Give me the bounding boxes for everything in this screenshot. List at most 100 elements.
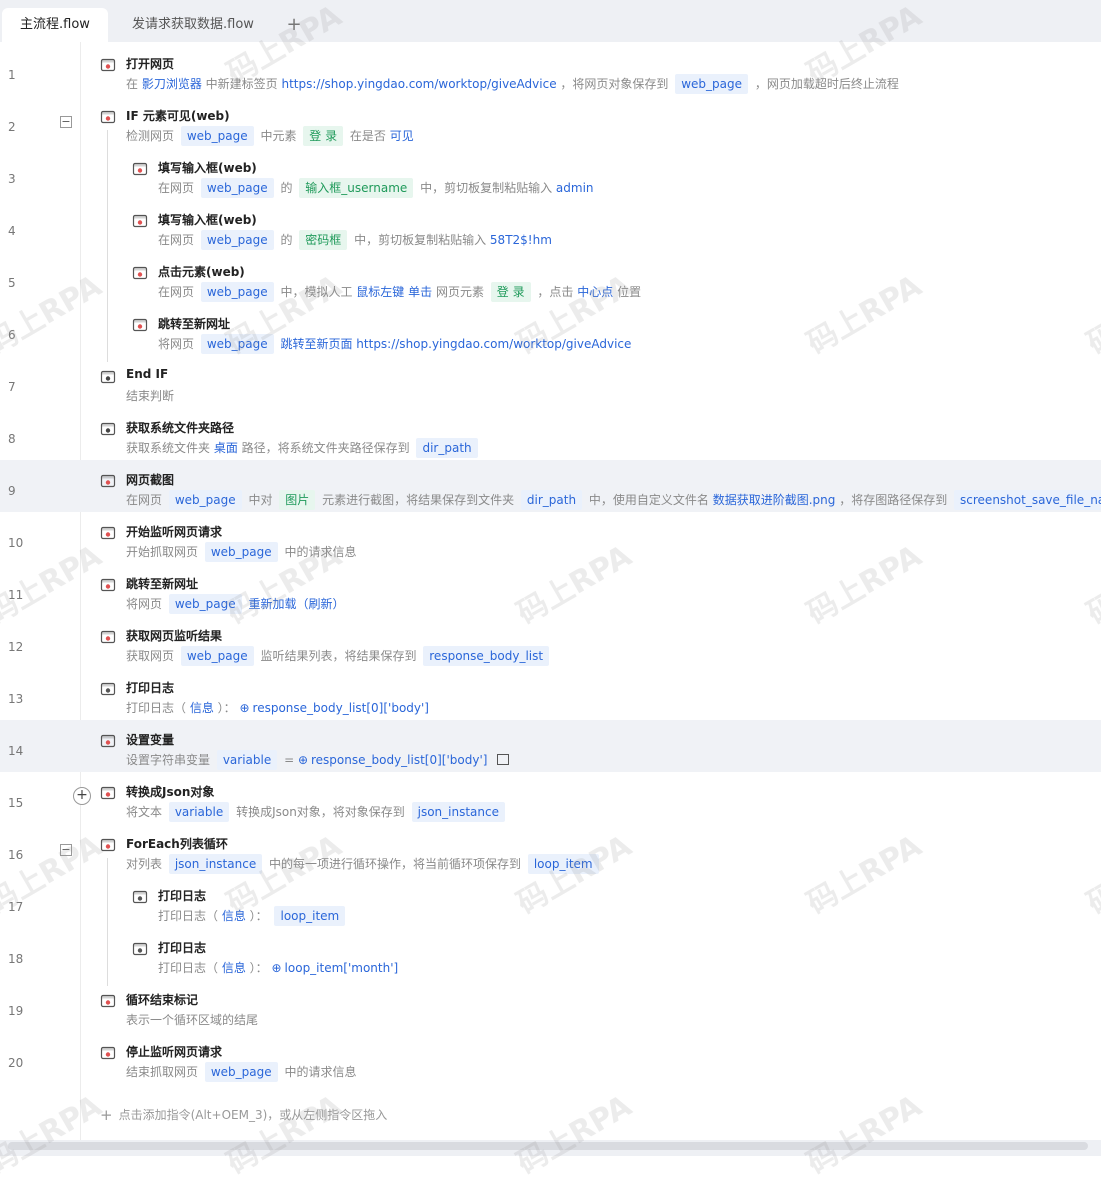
variable-chip[interactable]: web_page	[200, 230, 274, 250]
end-if-icon	[100, 369, 116, 385]
expression-value[interactable]: response_body_list[0]['body']	[239, 701, 429, 715]
param-value[interactable]: 鼠标左键	[356, 285, 404, 299]
flow-step-row[interactable]: 14 设置变量设置字符串变量 variable = response_body_l…	[0, 720, 1101, 772]
flow-step-row[interactable]: 19 循环结束标记 表示一个循环区域的结尾	[0, 980, 1101, 1032]
browser-open-icon	[100, 57, 116, 73]
variable-chip[interactable]: json_instance	[168, 854, 263, 874]
scrollbar-thumb[interactable]	[8, 1142, 1088, 1150]
desc-text: 位置	[613, 285, 642, 299]
flow-step-row[interactable]: 9 网页截图 在网页 web_page 中对 图片 元素进行截图，将结果保存到文件夹…	[0, 460, 1101, 512]
param-value[interactable]: https://shop.yingdao.com/worktop/giveAdv…	[356, 337, 631, 351]
param-value[interactable]: 重新加载（刷新）	[248, 597, 344, 611]
desc-text: 打印日志（	[126, 701, 190, 715]
param-value[interactable]: https://shop.yingdao.com/worktop/giveAdv…	[281, 77, 556, 91]
flow-step-row[interactable]: 20 停止监听网页请求 结束抓取网页 web_page 中的请求信息	[0, 1032, 1101, 1084]
step-title: ForEach列表循环	[126, 837, 228, 851]
desc-text: 将文本	[126, 805, 166, 819]
collapse-toggle[interactable]: −	[60, 116, 72, 128]
variable-chip[interactable]: dir_path	[520, 490, 583, 510]
flow-step-row[interactable]: 7 End IF 结束判断	[0, 356, 1101, 408]
variable-chip[interactable]: loop_item	[274, 906, 346, 926]
line-number: 2	[8, 120, 16, 134]
variable-chip[interactable]: web_page	[204, 542, 278, 562]
flow-step-row[interactable]: 15 + 转换成Json对象 将文本 variable 转换成Json对象，将对象保存…	[0, 772, 1101, 824]
flow-step-row[interactable]: 3 填写输入框(web) 在网页 web_page 的 输入框_username 中…	[0, 148, 1101, 200]
flow-step-row[interactable]: 4 填写输入框(web) 在网页 web_page 的 密码框 中，剪切板复制粘贴输…	[0, 200, 1101, 252]
variable-chip[interactable]: web_page	[200, 282, 274, 302]
param-value[interactable]: 信息	[190, 701, 214, 715]
line-number: 14	[8, 744, 24, 758]
variable-chip[interactable]: web_page	[168, 490, 242, 510]
flow-step-row[interactable]: 8 获取系统文件夹路径 获取系统文件夹 桌面 路径，将系统文件夹路径保存到 dir_…	[0, 408, 1101, 460]
line-number: 10	[8, 536, 24, 550]
desc-text: 表示一个循环区域的结尾	[126, 1013, 259, 1027]
element-chip[interactable]: 图片	[279, 490, 316, 510]
flow-step-row[interactable]: 13 打印日志打印日志（ 信息 ）： response_body_list[0][…	[0, 668, 1101, 720]
variable-chip[interactable]: web_page	[204, 1062, 278, 1082]
element-chip[interactable]: 密码框	[299, 230, 348, 250]
add-command-hint[interactable]: + 点击添加指令(Alt+OEM_3)，或从左侧指令区拖入	[100, 1106, 387, 1124]
variable-chip[interactable]: loop_item	[527, 854, 599, 874]
expression-value[interactable]: loop_item['month']	[271, 961, 398, 975]
param-value[interactable]: 58T2$!hm	[490, 233, 552, 247]
step-description: 开始抓取网页 web_page 中的请求信息	[126, 542, 356, 562]
variable-chip[interactable]: web_page	[200, 334, 274, 354]
flow-step-row[interactable]: 2 − IF 元素可见(web) 检测网页 web_page 中元素 登 录 在是否 …	[0, 96, 1101, 148]
desc-text: 检测网页	[126, 129, 178, 143]
param-value[interactable]: admin	[556, 181, 594, 195]
flow-step-row[interactable]: 11 跳转至新网址 将网页 web_page 重新加载（刷新）	[0, 564, 1101, 616]
flow-step-row[interactable]: 17 打印日志 打印日志（ 信息 ）： loop_item	[0, 876, 1101, 928]
flow-step-row[interactable]: 16 − ForEach列表循环 对列表 json_instance 中的每一项进行循…	[0, 824, 1101, 876]
step-title: End IF	[126, 367, 169, 381]
param-value[interactable]: 桌面	[214, 441, 238, 455]
flow-step-row[interactable]: 10 开始监听网页请求开始抓取网页 web_page 中的请求信息	[0, 512, 1101, 564]
param-value[interactable]: 可见	[390, 129, 414, 143]
add-tab-button[interactable]: +	[283, 12, 305, 38]
variable-chip[interactable]: web_page	[200, 178, 274, 198]
flow-step-row[interactable]: 5 点击元素(web) 在网页 web_page 中，模拟人工 鼠标左键 单击 网页…	[0, 252, 1101, 304]
variable-chip[interactable]: variable	[168, 802, 230, 822]
variable-chip[interactable]: variable	[216, 750, 278, 770]
param-value[interactable]: 影刀浏览器	[142, 77, 202, 91]
variable-chip[interactable]: json_instance	[411, 802, 505, 822]
variable-chip[interactable]: web_page	[180, 126, 254, 146]
flow-step-row[interactable]: 1 打开网页在 影刀浏览器 中新建标签页 https://shop.yingdao…	[0, 44, 1101, 96]
collapse-toggle[interactable]: −	[60, 844, 72, 856]
step-description: 检测网页 web_page 中元素 登 录 在是否 可见	[126, 126, 414, 146]
param-value[interactable]: 中心点	[577, 285, 613, 299]
param-value[interactable]: 信息	[222, 961, 246, 975]
element-chip[interactable]: 输入框_username	[299, 178, 414, 198]
expression-value[interactable]: response_body_list[0]['body']	[298, 753, 488, 767]
plus-icon: +	[100, 1106, 113, 1124]
flow-editor: 1 打开网页在 影刀浏览器 中新建标签页 https://shop.yingdao…	[0, 42, 1101, 1140]
variable-chip[interactable]: screenshot_save_file_name	[954, 490, 1101, 510]
desc-text: 获取系统文件夹	[126, 441, 214, 455]
flow-step-row[interactable]: 6 跳转至新网址 将网页 web_page 跳转至新页面 https://shop.…	[0, 304, 1101, 356]
foreach-loop-icon	[100, 837, 116, 853]
desc-text: ）：	[245, 961, 272, 975]
variable-chip[interactable]: web_page	[675, 74, 749, 94]
step-title: 跳转至新网址	[158, 317, 231, 331]
flow-step-row[interactable]: 18 打印日志打印日志（ 信息 ）： loop_item['month']	[0, 928, 1101, 980]
element-chip[interactable]: 登 录	[490, 282, 531, 302]
variable-chip[interactable]: web_page	[180, 646, 254, 666]
element-chip[interactable]: 登 录	[303, 126, 344, 146]
insert-step-button[interactable]: +	[73, 787, 91, 805]
flow-step-row[interactable]: 12 获取网页监听结果 获取网页 web_page 监听结果列表，将结果保存到 re…	[0, 616, 1101, 668]
horizontal-scrollbar[interactable]	[0, 1140, 1101, 1156]
edit-note-icon[interactable]	[497, 754, 510, 765]
step-description: 获取系统文件夹 桌面 路径，将系统文件夹路径保存到 dir_path	[126, 438, 481, 458]
variable-chip[interactable]: web_page	[168, 594, 242, 614]
param-value[interactable]: 跳转至新页面	[280, 337, 352, 351]
variable-chip[interactable]: dir_path	[416, 438, 478, 458]
param-value[interactable]: 信息	[222, 909, 246, 923]
param-value[interactable]: 单击	[408, 285, 432, 299]
desc-text: 在网页	[126, 493, 166, 507]
variable-chip[interactable]: response_body_list	[423, 646, 550, 666]
tab-request-flow[interactable]: 发请求获取数据.flow	[114, 8, 272, 42]
line-number: 9	[8, 484, 16, 498]
tab-main-flow[interactable]: 主流程.flow	[2, 8, 108, 42]
param-value[interactable]: 数据获取进阶截图.png	[713, 493, 836, 507]
step-title: 开始监听网页请求	[126, 525, 223, 539]
step-title: 跳转至新网址	[126, 577, 199, 591]
